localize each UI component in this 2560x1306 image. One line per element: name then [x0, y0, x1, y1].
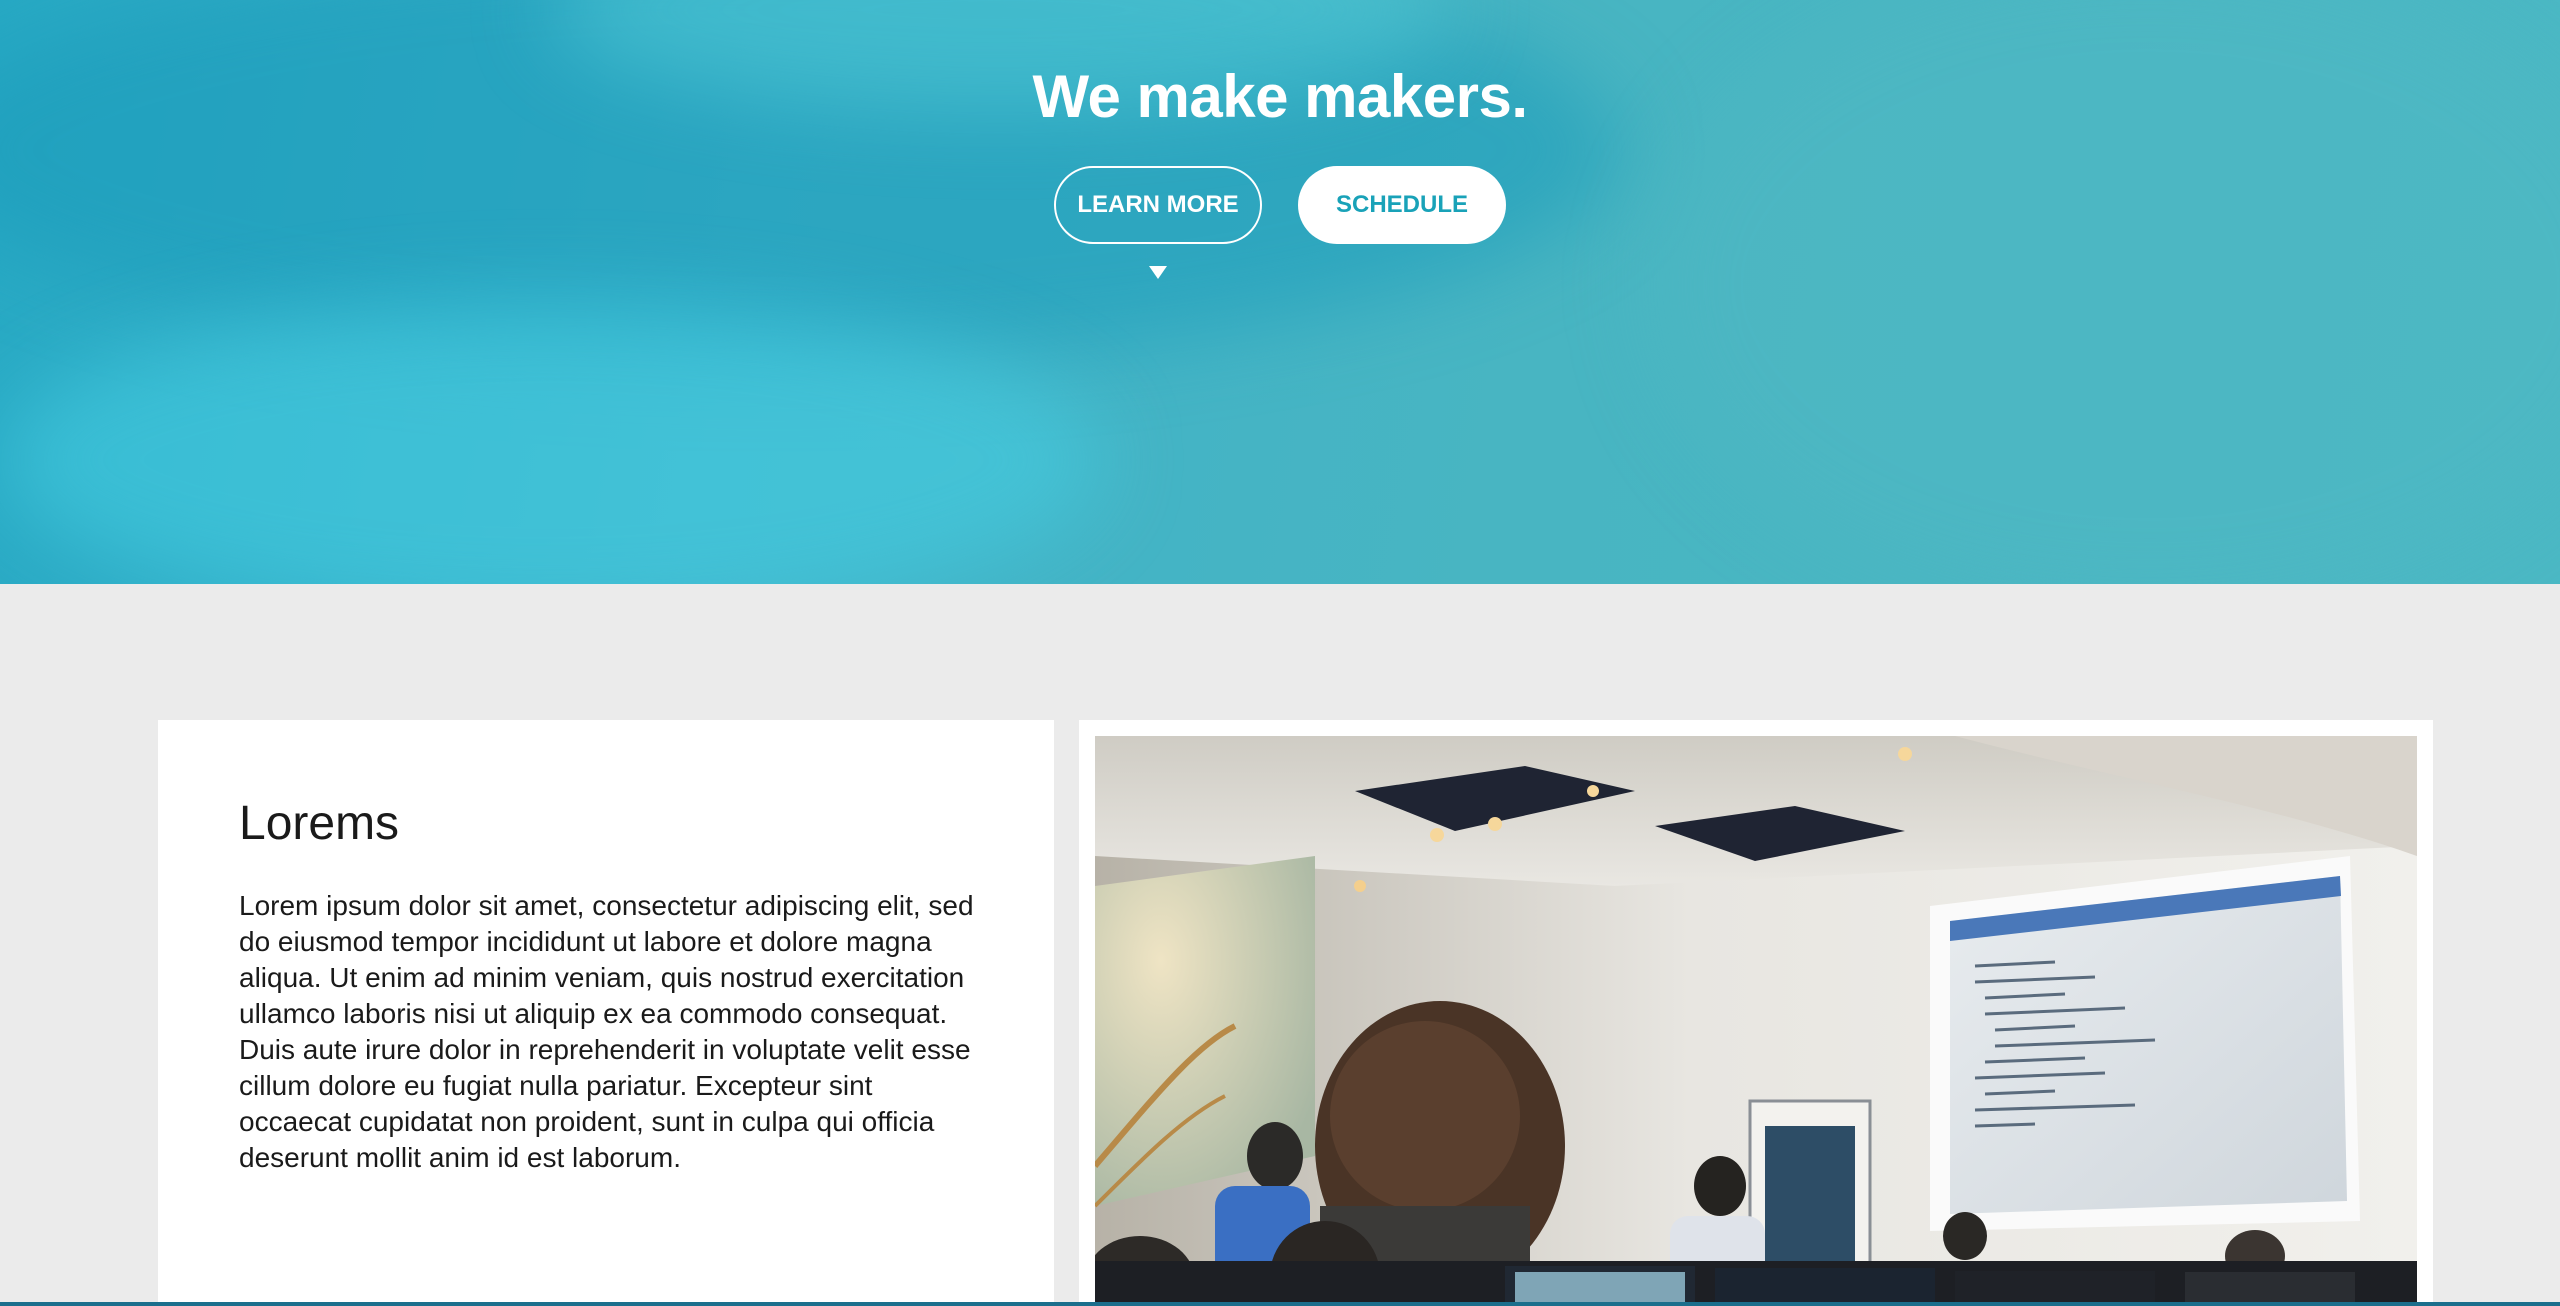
- section-title: Lorems: [239, 797, 400, 850]
- schedule-button[interactable]: SCHEDULE: [1298, 166, 1506, 244]
- caret-down-icon: [1149, 266, 1167, 279]
- classroom-photo: [1095, 736, 2417, 1306]
- bottom-edge-bar: [0, 1302, 2560, 1306]
- hero-banner: We make makers. LEARN MORE SCHEDULE: [0, 0, 2560, 584]
- learn-more-button[interactable]: LEARN MORE: [1054, 166, 1262, 244]
- section-body-text: Lorem ipsum dolor sit amet, consectetur …: [239, 890, 974, 1173]
- content-card: Lorems Lorem ipsum dolor sit amet, conse…: [158, 720, 1054, 1306]
- image-card: [1079, 720, 2433, 1306]
- hero-title: We make makers.: [1032, 63, 1528, 130]
